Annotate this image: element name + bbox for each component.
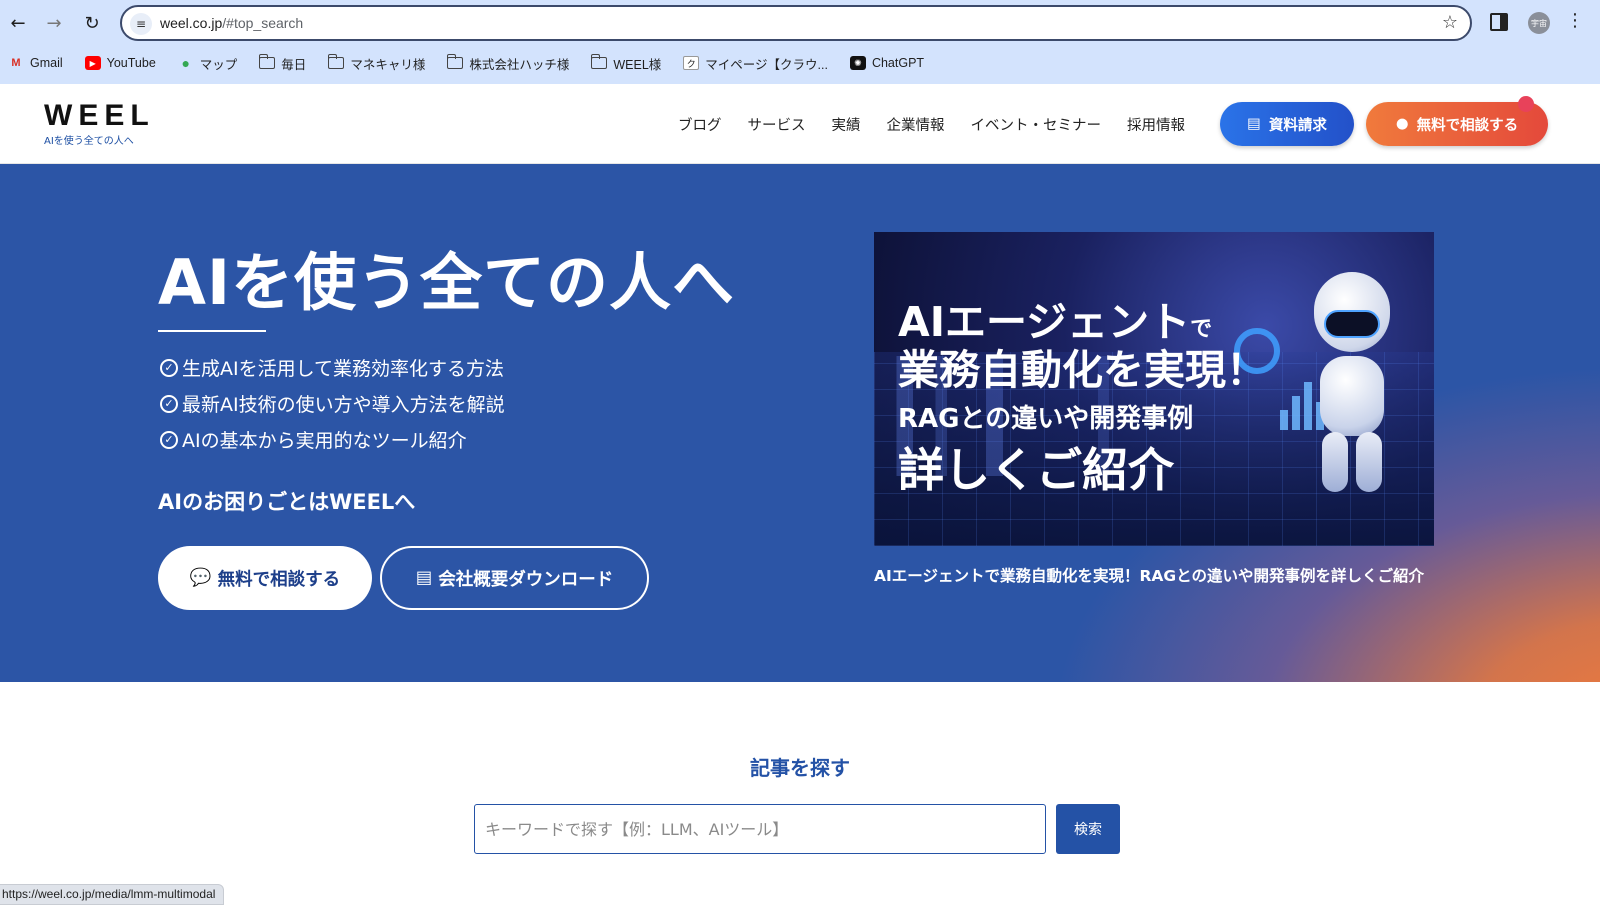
nav-events[interactable]: イベント・セミナー: [971, 114, 1102, 135]
banner-line-3: RAGとの違いや開発事例: [898, 404, 1194, 434]
request-docs-label: 資料請求: [1268, 117, 1327, 134]
document-icon: ▤: [415, 568, 433, 588]
bookmark-label: ChatGPT: [871, 56, 925, 70]
browser-chrome: ← → ↻ ≡ weel.co.jp/#top_search ☆ 宇宙 ⋮ MG…: [0, 0, 1600, 84]
bookmark-crowdworks[interactable]: クマイページ【クラウ...: [683, 54, 828, 73]
youtube-icon: ▶: [84, 56, 101, 70]
request-docs-button[interactable]: ▤ 資料請求: [1220, 102, 1354, 146]
bookmark-star-icon[interactable]: ☆: [1442, 12, 1458, 33]
status-bar-link-preview: https://weel.co.jp/media/lmm-multimodal: [0, 884, 225, 905]
url-host: weel.co.jp: [160, 15, 223, 31]
folder-icon: [327, 54, 345, 69]
site-info-icon[interactable]: ≡: [130, 13, 152, 35]
banner-line-4: 詳しくご紹介: [898, 443, 1174, 497]
feature-item: ✓ 最新AI技術の使い方や導入方法を解説: [160, 390, 505, 417]
status-url: https://weel.co.jp/media/lmm-multimodal: [2, 887, 216, 901]
nav-results[interactable]: 実績: [832, 114, 861, 135]
bookmark-folder-manecari[interactable]: マネキャリ様: [327, 54, 426, 73]
main-nav: ブログ サービス 実績 企業情報 イベント・セミナー 採用情報: [678, 114, 1185, 135]
site-header: WEEL AIを使う全ての人へ ブログ サービス 実績 企業情報 イベント・セミ…: [0, 84, 1600, 164]
bookmark-label: マップ: [199, 57, 238, 72]
address-url[interactable]: weel.co.jp/#top_search: [160, 15, 303, 31]
gmail-icon: M: [11, 57, 21, 69]
url-path: /#top_search: [222, 15, 304, 31]
check-icon: ✓: [160, 358, 178, 377]
bookmark-gmail[interactable]: M Gmail: [8, 56, 63, 70]
bookmark-label: マイページ【クラウ...: [705, 57, 828, 72]
side-panel-icon[interactable]: [1490, 13, 1508, 31]
feature-text: AIの基本から実用的なツール紹介: [182, 430, 467, 452]
address-bar[interactable]: ≡ weel.co.jp/#top_search ☆: [120, 5, 1472, 41]
crowdworks-icon: ク: [683, 56, 700, 70]
feature-text: 生成AIを活用して業務効率化する方法: [182, 358, 505, 380]
search-section-title: 記事を探す: [750, 756, 850, 780]
bookmark-youtube[interactable]: ▶ YouTube: [84, 56, 156, 70]
hero-subtitle: AIのお困りごとはWEELへ: [158, 490, 416, 514]
bookmark-label: 毎日: [281, 57, 307, 72]
hero-section: AIを使う全ての人へ ✓ 生成AIを活用して業務効率化する方法 ✓ 最新AI技術の使…: [0, 164, 1600, 682]
folder-icon: [258, 54, 276, 69]
logo-tagline: AIを使う全ての人へ: [44, 136, 134, 147]
astronaut-robot-illustration: [1294, 272, 1404, 502]
nav-recruit[interactable]: 採用情報: [1127, 114, 1185, 135]
hero-divider: [158, 330, 266, 332]
bookmark-label: 株式会社ハッチ様: [469, 57, 570, 72]
logo-mark: WEEL: [44, 99, 155, 132]
keyword-search-input[interactable]: [474, 804, 1046, 854]
bookmark-folder-weel[interactable]: WEEL様: [590, 54, 662, 73]
feature-item: ✓ 生成AIを活用して業務効率化する方法: [160, 354, 504, 381]
bookmark-label: WEEL様: [613, 57, 662, 72]
bookmark-label: マネキャリ様: [350, 57, 426, 72]
hero-consult-label: 無料で相談する: [217, 569, 341, 590]
folder-icon: [446, 54, 464, 69]
browser-menu-icon[interactable]: ⋮: [1566, 10, 1584, 31]
chat-bubble-icon: 💬: [189, 568, 212, 588]
bookmark-label: Gmail: [30, 56, 63, 70]
chatgpt-icon: ✺: [849, 56, 866, 70]
banner-line-2: 業務自動化を実現！: [898, 346, 1267, 394]
featured-article-link[interactable]: AIエージェントで業務自動化を実現！RAGとの違いや開発事例を詳しくご紹介: [874, 564, 1434, 589]
maps-icon: ●: [181, 55, 191, 71]
reload-icon[interactable]: ↻: [78, 9, 106, 37]
hero-title: AIを使う全ての人へ: [158, 246, 736, 319]
check-icon: ✓: [160, 430, 178, 449]
download-label: 会社概要ダウンロード: [438, 569, 614, 590]
bookmark-label: YouTube: [106, 56, 156, 70]
folder-icon: [590, 54, 608, 69]
notification-dot: [1518, 96, 1534, 112]
document-icon: ▤: [1247, 116, 1261, 132]
search-button[interactable]: 検索: [1056, 804, 1120, 854]
bookmark-chatgpt[interactable]: ✺ ChatGPT: [849, 56, 925, 70]
hero-consult-button[interactable]: 💬 無料で相談する: [158, 546, 372, 610]
feature-item: ✓ AIの基本から実用的なツール紹介: [160, 426, 467, 453]
bookmark-maps[interactable]: ● マップ: [178, 54, 238, 73]
nav-blog[interactable]: ブログ: [678, 114, 722, 135]
bookmarks-bar: M Gmail ▶ YouTube ● マップ 毎日 マネキャリ様 株式会社ハッチ様 …: [0, 48, 946, 78]
featured-article-banner[interactable]: AIエージェントで 業務自動化を実現！ RAGとの違いや開発事例 詳しくご紹介: [874, 232, 1434, 546]
check-icon: ✓: [160, 394, 178, 413]
company-profile-download-button[interactable]: ▤ 会社概要ダウンロード: [380, 546, 649, 610]
nav-company[interactable]: 企業情報: [887, 114, 945, 135]
browser-toolbar: ← → ↻ ≡ weel.co.jp/#top_search ☆ 宇宙 ⋮: [0, 0, 1600, 46]
bookmark-folder-mainichi[interactable]: 毎日: [258, 54, 307, 73]
free-consult-label: 無料で相談する: [1416, 117, 1519, 134]
site-logo[interactable]: WEEL AIを使う全ての人へ: [44, 99, 155, 148]
bookmark-folder-hatch[interactable]: 株式会社ハッチ様: [446, 54, 570, 73]
back-icon[interactable]: ←: [4, 9, 32, 37]
profile-avatar[interactable]: 宇宙: [1528, 12, 1550, 34]
nav-services[interactable]: サービス: [748, 114, 806, 135]
chat-bubble-icon: ●: [1395, 116, 1409, 132]
forward-icon[interactable]: →: [40, 9, 68, 37]
feature-text: 最新AI技術の使い方や導入方法を解説: [182, 394, 505, 416]
